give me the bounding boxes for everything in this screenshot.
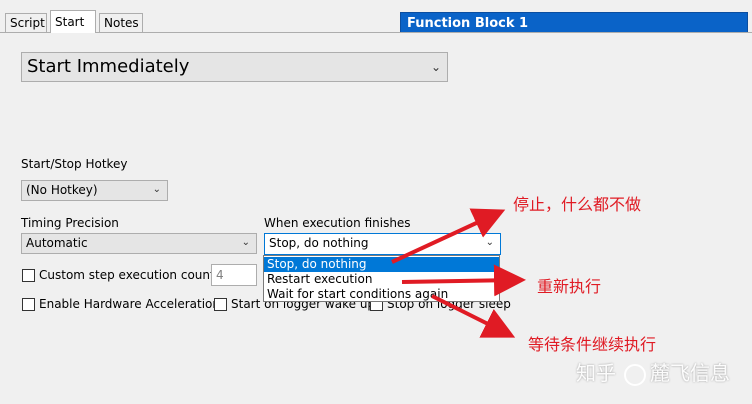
- arrow-icon: [401, 264, 526, 297]
- watermark-left: 知乎: [576, 361, 616, 385]
- annotation-stop: 停止，什么都不做: [513, 195, 642, 214]
- watermark-right: 麓飞信息: [650, 361, 730, 385]
- arrow-icon: [391, 208, 506, 264]
- annotation-wait: 等待条件继续执行: [528, 335, 657, 354]
- arrow-icon: [431, 294, 516, 338]
- annotation-restart: 重新执行: [537, 277, 602, 296]
- watermark: 知乎 麓飞信息: [576, 357, 730, 386]
- logo-icon: [624, 363, 646, 386]
